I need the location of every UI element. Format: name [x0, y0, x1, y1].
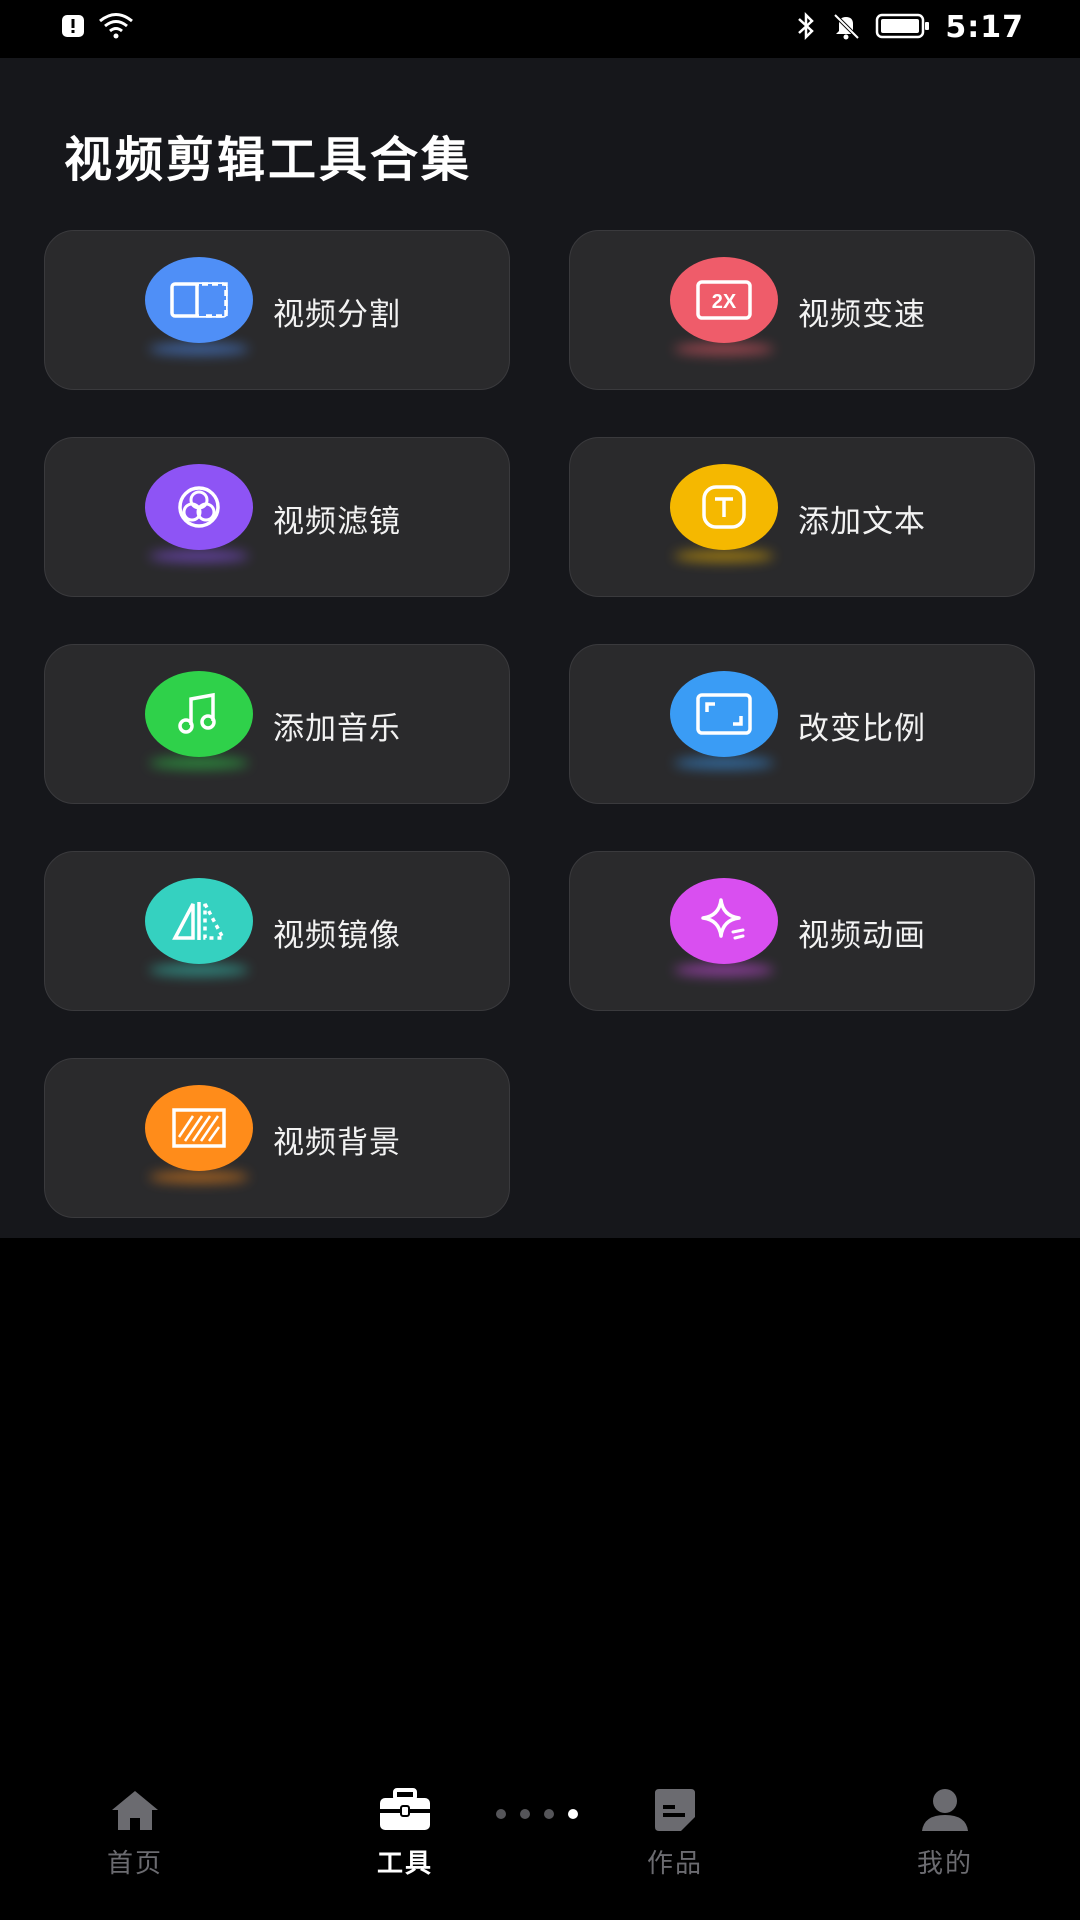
tool-card-music[interactable]: 添加音乐 [44, 644, 510, 804]
tool-label: 视频分割 [273, 297, 401, 333]
page-dot [544, 1809, 554, 1819]
works-icon [645, 1785, 705, 1835]
tool-label: 添加音乐 [273, 711, 401, 747]
profile-icon [915, 1785, 975, 1835]
tool-label: 视频背景 [273, 1125, 401, 1161]
speed-2x-icon: 2X [670, 257, 778, 343]
icon-glow [674, 964, 774, 976]
icon-glow [149, 964, 249, 976]
icon-glow [149, 550, 249, 562]
tool-card-filter[interactable]: 视频滤镜 [44, 437, 510, 597]
wifi-icon [96, 12, 136, 44]
text-icon [670, 464, 778, 550]
icon-glow [149, 343, 249, 355]
status-bar: 5:17 [0, 0, 1080, 58]
tool-card-background[interactable]: 视频背景 [44, 1058, 510, 1218]
status-time: 5:17 [945, 10, 1024, 45]
page-dot-active [568, 1809, 578, 1819]
tool-card-speed[interactable]: 2X 视频变速 [569, 230, 1035, 390]
nav-item-home[interactable]: 首页 [65, 1785, 205, 1880]
nav-label: 我的 [916, 1849, 973, 1879]
nav-label: 工具 [376, 1849, 433, 1879]
icon-glow [674, 757, 774, 769]
icon-glow [149, 1171, 249, 1183]
icon-glow [674, 550, 774, 562]
ratio-icon [670, 671, 778, 757]
icon-glow [149, 757, 249, 769]
sparkle-icon [670, 878, 778, 964]
mirror-icon [145, 878, 253, 964]
tool-label: 视频滤镜 [273, 504, 401, 540]
tool-card-split[interactable]: 视频分割 [44, 230, 510, 390]
mute-icon [831, 11, 861, 45]
split-icon [145, 257, 253, 343]
svg-text:2X: 2X [712, 291, 737, 313]
tools-panel: 视频剪辑工具合集 视频分割 2X 视频变速 视频滤镜 添加文本 添加音乐 改变比… [0, 58, 1080, 1238]
status-right: 5:17 [795, 10, 1024, 45]
tool-card-text[interactable]: 添加文本 [569, 437, 1035, 597]
tool-label: 视频变速 [798, 297, 926, 333]
music-icon [145, 671, 253, 757]
tool-label: 视频镜像 [273, 918, 401, 954]
nav-item-tools[interactable]: 工具 [335, 1785, 475, 1880]
bottom-nav: 首页 工具 作品 我的 [0, 1765, 1080, 1920]
toolbox-icon [375, 1785, 435, 1835]
page-title: 视频剪辑工具合集 [64, 132, 473, 188]
page-indicator [496, 1809, 578, 1819]
home-icon [105, 1785, 165, 1835]
nav-label: 作品 [646, 1849, 703, 1879]
nav-label: 首页 [106, 1849, 163, 1879]
filter-icon [145, 464, 253, 550]
icon-glow [674, 343, 774, 355]
tool-card-mirror[interactable]: 视频镜像 [44, 851, 510, 1011]
background-icon [145, 1085, 253, 1171]
battery-icon [875, 12, 931, 44]
status-left [60, 12, 136, 44]
tool-label: 视频动画 [798, 918, 926, 954]
alert-icon [60, 13, 86, 43]
tool-label: 改变比例 [798, 711, 926, 747]
page-dot [496, 1809, 506, 1819]
bluetooth-icon [795, 11, 817, 45]
page-dot [520, 1809, 530, 1819]
tool-card-ratio[interactable]: 改变比例 [569, 644, 1035, 804]
nav-item-works[interactable]: 作品 [605, 1785, 745, 1880]
nav-item-profile[interactable]: 我的 [875, 1785, 1015, 1880]
tool-card-animation[interactable]: 视频动画 [569, 851, 1035, 1011]
tool-label: 添加文本 [798, 504, 926, 540]
